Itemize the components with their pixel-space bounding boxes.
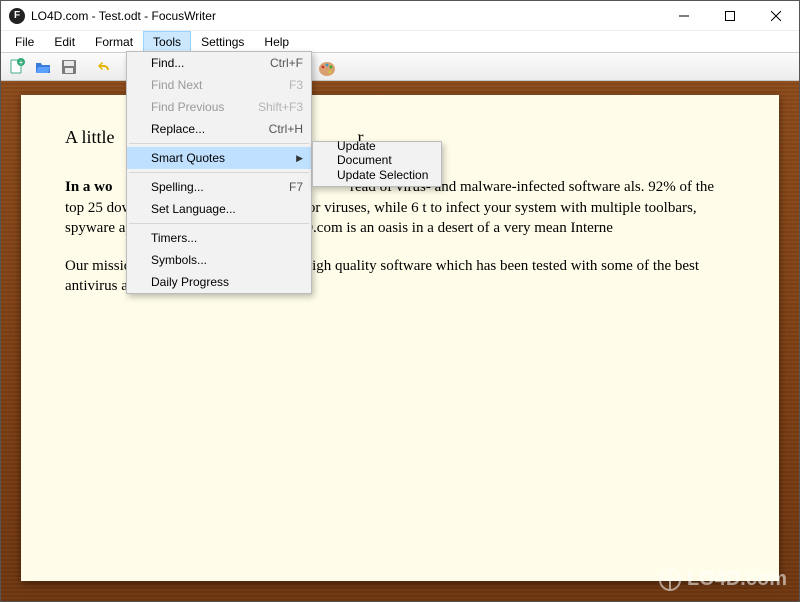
maximize-icon: [725, 11, 735, 21]
menu-separator: [129, 223, 309, 224]
minimize-icon: [679, 11, 689, 21]
save-button[interactable]: [57, 55, 81, 79]
menu-find-label: Find...: [151, 56, 184, 70]
menu-timers[interactable]: Timers...: [127, 227, 311, 249]
titlebar: F LO4D.com - Test.odt - FocusWriter: [1, 1, 799, 31]
menu-find-previous-label: Find Previous: [151, 100, 224, 114]
undo-icon: [96, 58, 114, 76]
heading-prefix: A little: [65, 127, 115, 147]
close-icon: [771, 11, 781, 21]
menu-set-language-label: Set Language...: [151, 202, 236, 216]
watermark: LO4D.com: [659, 568, 787, 591]
open-file-icon: [34, 58, 52, 76]
app-window: F LO4D.com - Test.odt - FocusWriter File…: [0, 0, 800, 602]
minimize-button[interactable]: [661, 1, 707, 31]
maximize-button[interactable]: [707, 1, 753, 31]
submenu-update-selection-label: Update Selection: [337, 168, 428, 182]
globe-icon: [659, 569, 681, 591]
new-file-icon: +: [8, 58, 26, 76]
palette-icon: [317, 58, 337, 78]
menu-help[interactable]: Help: [254, 31, 299, 52]
menu-separator: [129, 172, 309, 173]
menu-settings[interactable]: Settings: [191, 31, 254, 52]
menu-replace-shortcut: Ctrl+H: [269, 122, 303, 136]
window-controls: [661, 1, 799, 30]
menu-find-previous[interactable]: Find Previous Shift+F3: [127, 96, 311, 118]
para1-lead: In a wo: [65, 179, 113, 195]
menu-format[interactable]: Format: [85, 31, 143, 52]
smart-quotes-submenu: Update Document Update Selection: [312, 141, 442, 187]
chevron-right-icon: ▶: [296, 153, 303, 164]
undo-button[interactable]: [93, 55, 117, 79]
menu-smart-quotes[interactable]: Smart Quotes ▶: [127, 147, 311, 169]
submenu-update-document-label: Update Document: [337, 139, 431, 167]
menu-daily-progress-label: Daily Progress: [151, 275, 229, 289]
menu-smart-quotes-label: Smart Quotes: [151, 151, 225, 165]
tools-dropdown: Find... Ctrl+F Find Next F3 Find Previou…: [126, 51, 312, 294]
submenu-update-document[interactable]: Update Document: [313, 142, 441, 164]
menubar: File Edit Format Tools Settings Help: [1, 31, 799, 53]
menu-find-shortcut: Ctrl+F: [270, 56, 303, 70]
window-title: LO4D.com - Test.odt - FocusWriter: [31, 9, 216, 23]
menu-find-next-label: Find Next: [151, 78, 202, 92]
palette-button[interactable]: [315, 56, 339, 80]
open-file-button[interactable]: [31, 55, 55, 79]
new-file-button[interactable]: +: [5, 55, 29, 79]
menu-set-language[interactable]: Set Language...: [127, 198, 311, 220]
app-icon: F: [9, 8, 25, 24]
menu-separator: [129, 143, 309, 144]
svg-text:+: +: [19, 58, 24, 67]
menu-symbols-label: Symbols...: [151, 253, 207, 267]
menu-spelling-shortcut: F7: [289, 180, 303, 194]
menu-find-previous-shortcut: Shift+F3: [258, 100, 303, 114]
titlebar-left: F LO4D.com - Test.odt - FocusWriter: [9, 8, 216, 24]
submenu-update-selection[interactable]: Update Selection: [313, 164, 441, 186]
menu-daily-progress[interactable]: Daily Progress: [127, 271, 311, 293]
menu-tools[interactable]: Tools: [143, 31, 191, 52]
menu-find-next[interactable]: Find Next F3: [127, 74, 311, 96]
menu-spelling-label: Spelling...: [151, 180, 204, 194]
menu-edit[interactable]: Edit: [44, 31, 85, 52]
menu-timers-label: Timers...: [151, 231, 197, 245]
menu-file[interactable]: File: [5, 31, 44, 52]
close-button[interactable]: [753, 1, 799, 31]
menu-find-next-shortcut: F3: [289, 78, 303, 92]
save-icon: [60, 58, 78, 76]
menu-spelling[interactable]: Spelling... F7: [127, 176, 311, 198]
menu-replace[interactable]: Replace... Ctrl+H: [127, 118, 311, 140]
menu-replace-label: Replace...: [151, 122, 205, 136]
menu-find[interactable]: Find... Ctrl+F: [127, 52, 311, 74]
toolbar: +: [1, 53, 799, 81]
menu-symbols[interactable]: Symbols...: [127, 249, 311, 271]
watermark-text: LO4D.com: [687, 568, 787, 591]
